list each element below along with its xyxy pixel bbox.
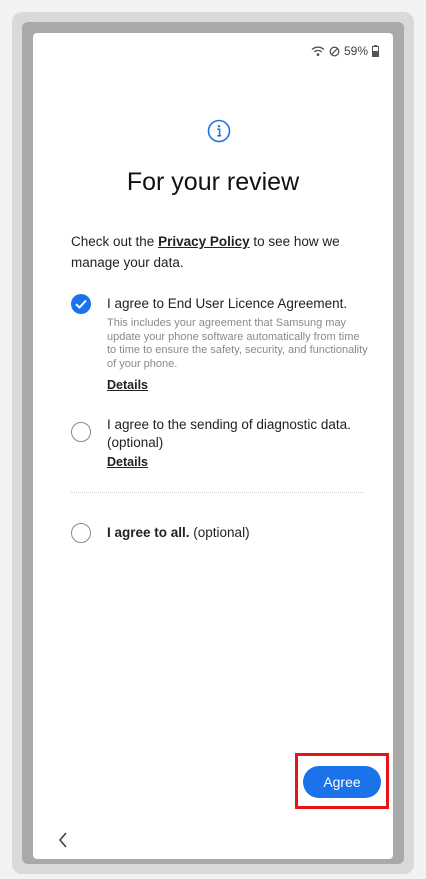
divider — [71, 492, 363, 493]
agree-all-suffix: (optional) — [189, 525, 250, 540]
eula-description: This includes your agreement that Samsun… — [107, 317, 368, 370]
wifi-icon — [311, 45, 325, 57]
agree-all-label[interactable]: I agree to all. (optional) — [107, 524, 250, 542]
eula-details-link[interactable]: Details — [107, 378, 148, 392]
diagnostic-label[interactable]: I agree to the sending of diagnostic dat… — [107, 416, 369, 452]
intro-text-before: Check out the — [71, 234, 159, 249]
back-button[interactable] — [57, 831, 69, 854]
agree-all-bold: I agree to all. — [107, 525, 190, 540]
no-signal-icon — [329, 46, 340, 57]
chevron-left-icon — [58, 832, 67, 848]
agree-all-checkbox[interactable] — [71, 523, 91, 543]
checkmark-icon — [75, 299, 87, 309]
battery-percent: 59% — [343, 44, 368, 58]
status-bar: 59% — [311, 43, 379, 59]
eula-label[interactable]: I agree to End User Licence Agreement. — [107, 295, 347, 313]
privacy-policy-link[interactable]: Privacy Policy — [158, 234, 250, 249]
eula-checkbox[interactable] — [71, 294, 91, 314]
diagnostic-details-link[interactable]: Details — [107, 455, 148, 469]
diagnostic-checkbox[interactable] — [71, 422, 91, 442]
phone-screen: 59% For your review Check out the Privac… — [33, 33, 393, 859]
info-icon — [207, 119, 231, 148]
intro-text: Check out the Privacy Policy to see how … — [71, 231, 361, 273]
page-title: For your review — [126, 168, 300, 196]
battery-icon — [372, 45, 379, 57]
agree-button[interactable]: Agree — [303, 766, 381, 798]
